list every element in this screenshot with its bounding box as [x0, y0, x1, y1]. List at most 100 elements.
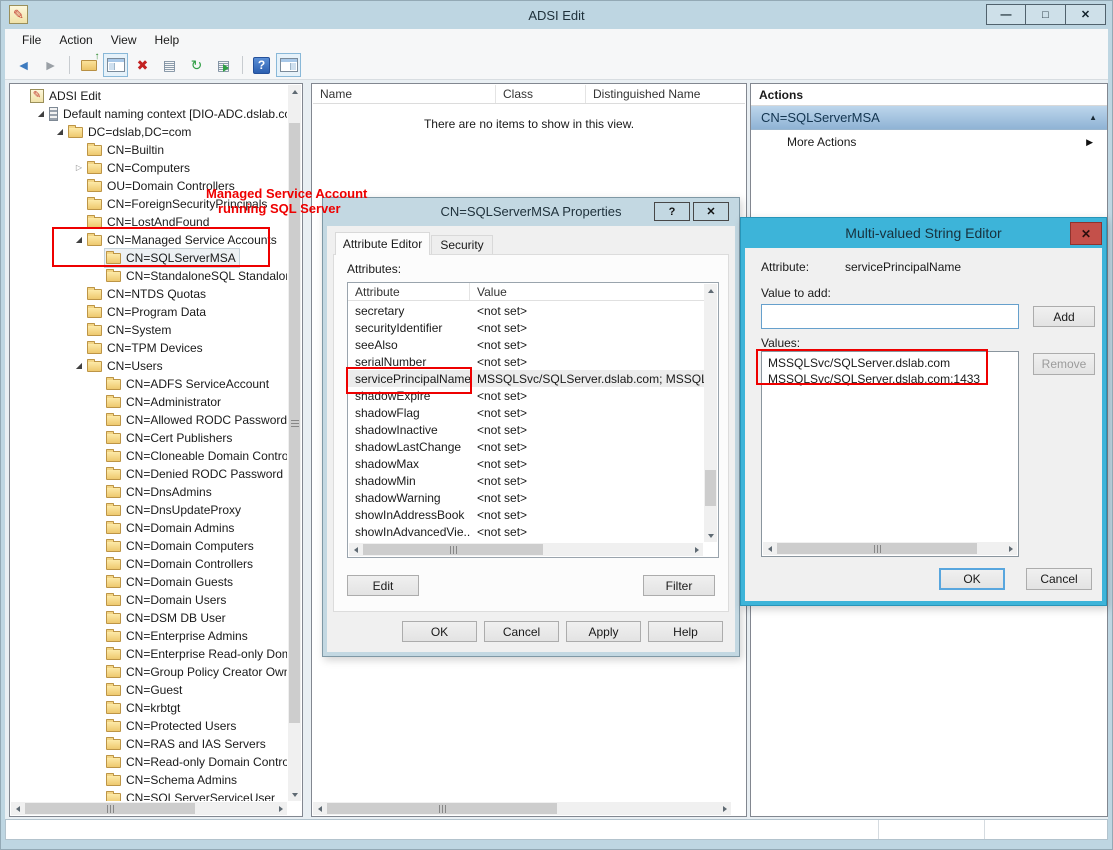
- column-header[interactable]: Value: [470, 283, 704, 300]
- attributes-vertical-scrollbar[interactable]: [704, 284, 717, 542]
- tree-item[interactable]: CN=Enterprise Admins: [11, 627, 287, 645]
- tree-item[interactable]: CN=Domain Controllers: [11, 555, 287, 573]
- help-icon[interactable]: ?: [249, 53, 274, 77]
- tree-item[interactable]: CN=RAS and IAS Servers: [11, 735, 287, 753]
- actions-section-header[interactable]: CN=SQLServerMSA ▲: [751, 106, 1107, 130]
- tree-item[interactable]: CN=System: [11, 321, 287, 339]
- expander-icon[interactable]: [72, 362, 86, 370]
- attribute-row[interactable]: securityIdentifier <not set>: [348, 319, 704, 336]
- ok-button[interactable]: OK: [402, 621, 477, 642]
- tree-item[interactable]: CN=Enterprise Read-only Domain: [11, 645, 287, 663]
- show-action-pane-icon[interactable]: [276, 53, 301, 77]
- tree-item[interactable]: CN=Cert Publishers: [11, 429, 287, 447]
- tree-item[interactable]: CN=Protected Users: [11, 717, 287, 735]
- cancel-button[interactable]: Cancel: [1026, 568, 1092, 590]
- scroll-down-arrow[interactable]: [288, 788, 301, 801]
- attribute-row[interactable]: shadowLastChange <not set>: [348, 438, 704, 455]
- tree-item[interactable]: CN=Guest: [11, 681, 287, 699]
- scroll-right-arrow[interactable]: [690, 543, 703, 556]
- tab-security[interactable]: Security: [431, 235, 493, 255]
- scrollbar-thumb[interactable]: [777, 543, 977, 554]
- tree-item[interactable]: CN=Schema Admins: [11, 771, 287, 789]
- tree-item[interactable]: CN=DnsAdmins: [11, 483, 287, 501]
- properties-icon[interactable]: ▤: [157, 53, 182, 77]
- list-horizontal-scrollbar[interactable]: [313, 802, 731, 815]
- up-one-level-icon[interactable]: [76, 53, 101, 77]
- tree-item[interactable]: CN=Cloneable Domain Controller: [11, 447, 287, 465]
- scroll-left-arrow[interactable]: [763, 542, 776, 555]
- delete-icon[interactable]: ✖: [130, 53, 155, 77]
- tree-item[interactable]: CN=Computers: [11, 159, 287, 177]
- attribute-row[interactable]: seeAlso <not set>: [348, 336, 704, 353]
- maximize-button[interactable]: □: [1026, 4, 1066, 25]
- expander-icon[interactable]: [34, 110, 48, 118]
- scrollbar-thumb[interactable]: [363, 544, 543, 555]
- menu-item[interactable]: Help: [146, 31, 189, 49]
- column-header[interactable]: Name: [313, 85, 496, 103]
- scroll-down-arrow[interactable]: [704, 529, 717, 542]
- column-header[interactable]: Class: [496, 85, 586, 103]
- tree-item[interactable]: CN=Administrator: [11, 393, 287, 411]
- column-header[interactable]: Distinguished Name: [586, 85, 745, 103]
- forward-icon[interactable]: ►: [38, 53, 63, 77]
- collapse-icon[interactable]: ▲: [1089, 113, 1097, 122]
- cancel-button[interactable]: Cancel: [484, 621, 559, 642]
- tree-item[interactable]: CN=Domain Guests: [11, 573, 287, 591]
- tree-item[interactable]: CN=TPM Devices: [11, 339, 287, 357]
- tree-item[interactable]: ADSI Edit: [11, 87, 287, 105]
- refresh-icon[interactable]: ↻: [184, 53, 209, 77]
- attribute-row[interactable]: shadowFlag <not set>: [348, 404, 704, 421]
- scroll-left-arrow[interactable]: [349, 543, 362, 556]
- remove-button[interactable]: Remove: [1033, 353, 1095, 375]
- scrollbar-thumb[interactable]: [327, 803, 557, 814]
- back-icon[interactable]: ◄: [11, 53, 36, 77]
- tree-item[interactable]: CN=Denied RODC Password Repli: [11, 465, 287, 483]
- tree-item[interactable]: CN=DnsUpdateProxy: [11, 501, 287, 519]
- tree-item[interactable]: CN=Group Policy Creator Owners: [11, 663, 287, 681]
- tree-item[interactable]: CN=Read-only Domain Controller: [11, 753, 287, 771]
- filter-button[interactable]: Filter: [643, 575, 715, 596]
- add-button[interactable]: Add: [1033, 306, 1095, 327]
- tab-attribute-editor[interactable]: Attribute Editor: [335, 232, 430, 255]
- attribute-row[interactable]: secretary <not set>: [348, 302, 704, 319]
- tree-item[interactable]: CN=DSM DB User: [11, 609, 287, 627]
- attribute-row[interactable]: shadowWarning <not set>: [348, 489, 704, 506]
- tree-item[interactable]: CN=NTDS Quotas: [11, 285, 287, 303]
- scroll-right-arrow[interactable]: [1004, 542, 1017, 555]
- dialog-close-button[interactable]: ✕: [693, 202, 729, 221]
- expander-icon[interactable]: [53, 128, 67, 136]
- tree-item[interactable]: CN=Builtin: [11, 141, 287, 159]
- tree-item[interactable]: DC=dslab,DC=com: [11, 123, 287, 141]
- scroll-up-arrow[interactable]: [704, 284, 717, 297]
- dialog-help-button[interactable]: ?: [654, 202, 690, 221]
- ok-button[interactable]: OK: [939, 568, 1005, 590]
- expander-icon[interactable]: [72, 164, 86, 172]
- export-list-icon[interactable]: ▤: [211, 53, 236, 77]
- close-button[interactable]: ✕: [1066, 4, 1106, 25]
- help-button[interactable]: Help: [648, 621, 723, 642]
- tree-item[interactable]: CN=ADFS ServiceAccount: [11, 375, 287, 393]
- attribute-row[interactable]: showInAdvancedVie... <not set>: [348, 523, 704, 540]
- dialog-close-button[interactable]: ✕: [1070, 222, 1102, 245]
- attribute-row[interactable]: shadowInactive <not set>: [348, 421, 704, 438]
- values-horizontal-scrollbar[interactable]: [763, 542, 1017, 555]
- menu-item[interactable]: File: [13, 31, 50, 49]
- tree-horizontal-scrollbar[interactable]: [11, 802, 287, 815]
- apply-button[interactable]: Apply: [566, 621, 641, 642]
- menu-item[interactable]: Action: [50, 31, 101, 49]
- column-header[interactable]: Attribute: [348, 283, 470, 300]
- show-console-tree-icon[interactable]: [103, 53, 128, 77]
- tree-item[interactable]: CN=Domain Admins: [11, 519, 287, 537]
- scroll-left-arrow[interactable]: [11, 802, 24, 815]
- scroll-up-arrow[interactable]: [288, 85, 301, 98]
- attribute-row[interactable]: shadowMin <not set>: [348, 472, 704, 489]
- tree-item[interactable]: CN=Users: [11, 357, 287, 375]
- tree-item[interactable]: CN=SQLServerServiceUser: [11, 789, 287, 801]
- minimize-button[interactable]: —: [986, 4, 1026, 25]
- scroll-left-arrow[interactable]: [313, 802, 326, 815]
- tree-item[interactable]: CN=Program Data: [11, 303, 287, 321]
- tree-item[interactable]: CN=Domain Computers: [11, 537, 287, 555]
- menu-item[interactable]: View: [102, 31, 146, 49]
- attribute-row[interactable]: shadowMax <not set>: [348, 455, 704, 472]
- edit-button[interactable]: Edit: [347, 575, 419, 596]
